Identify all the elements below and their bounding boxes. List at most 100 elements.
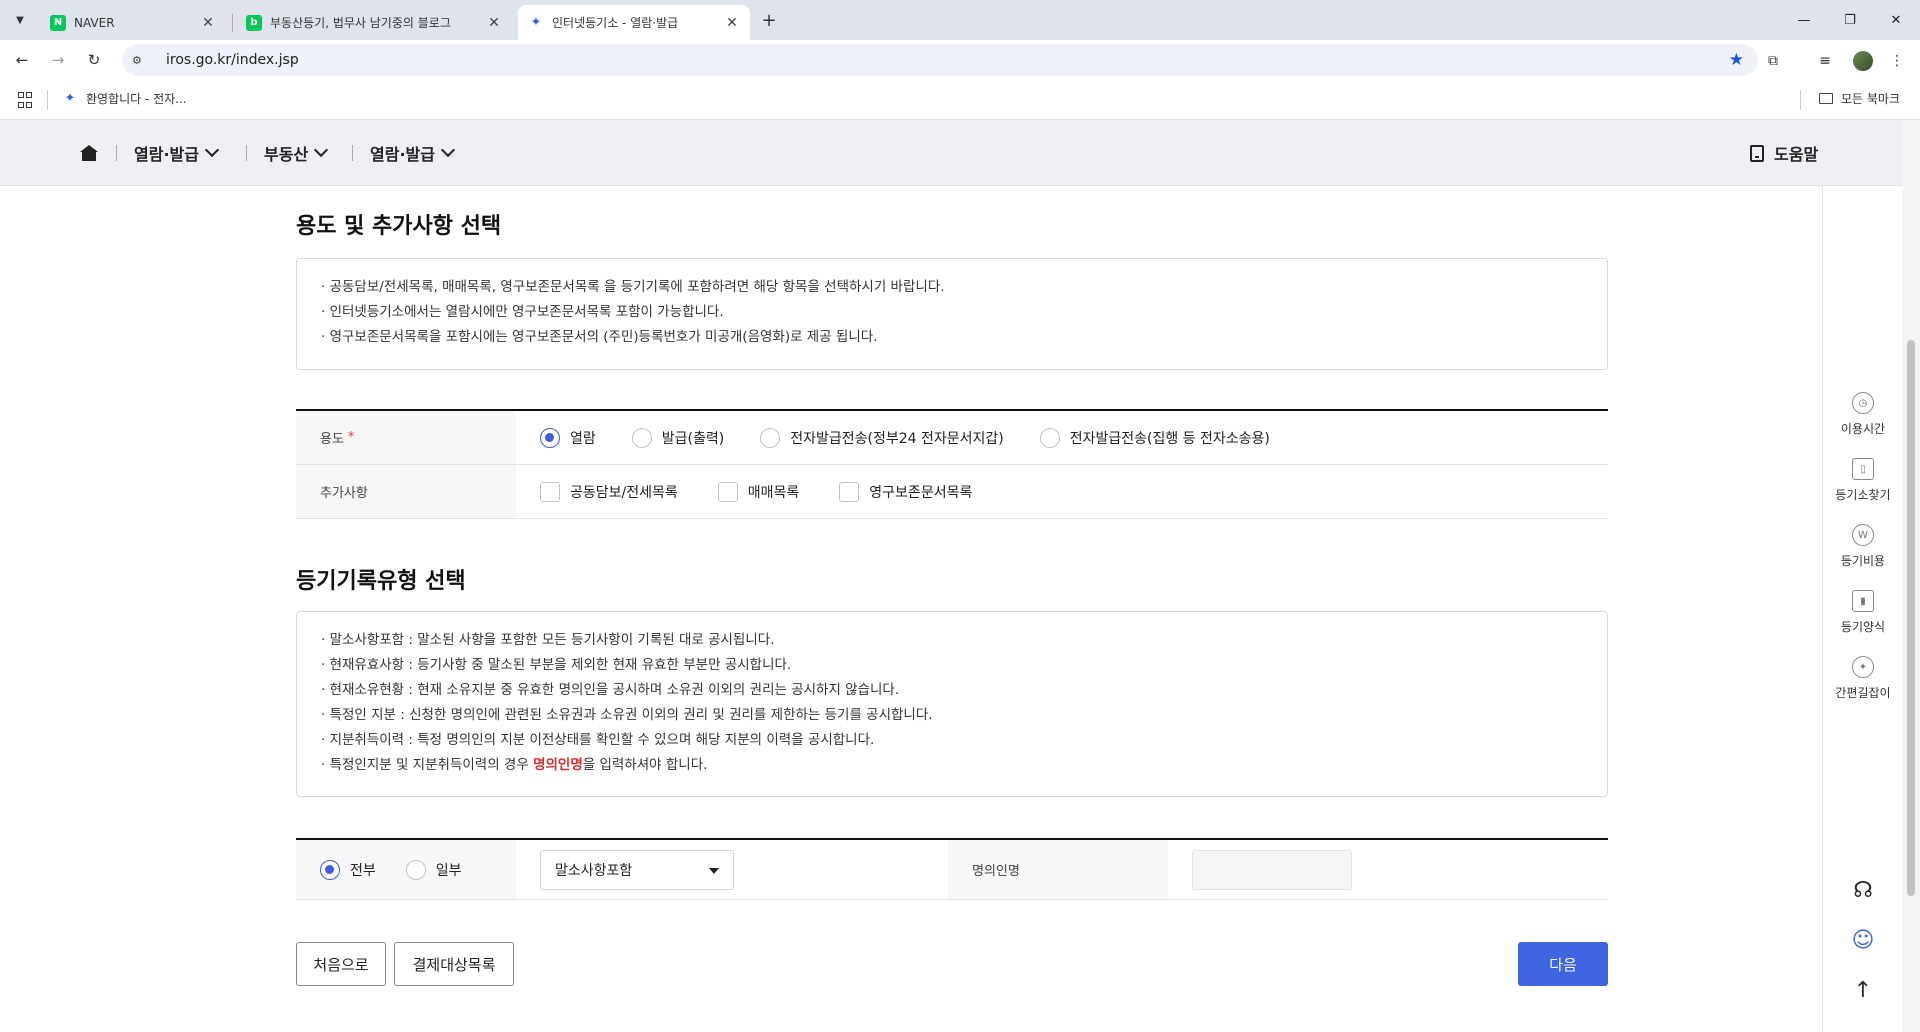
- extensions-icon[interactable]: ⧉: [1762, 50, 1784, 72]
- purpose-label-text: 용도: [320, 432, 344, 447]
- checkbox[interactable]: [839, 481, 860, 502]
- payment-list-button[interactable]: 결제대상목록: [394, 942, 514, 986]
- tab-search-icon[interactable]: ▼: [8, 8, 32, 32]
- home-icon[interactable]: [80, 145, 98, 161]
- rail-label: 등기비용: [1840, 554, 1886, 568]
- nav-menu-view-issue-2[interactable]: 열람·발급: [370, 141, 456, 165]
- media-icon[interactable]: ≡: [1814, 50, 1836, 72]
- record-type-select-cell: 말소사항포함: [516, 840, 948, 899]
- purpose-form-table: 용도 * 열람 발급(출력) 전자발급전송(정부24 전자문서지갑) 전자발급전…: [296, 409, 1608, 519]
- info-line: · 인터넷등기소에서는 열람시에만 영구보존문서목록 포함이 가능합니다.: [321, 304, 724, 320]
- rail-item-forms[interactable]: ▮ 등기양식: [1823, 590, 1902, 635]
- nav-menu-real-estate[interactable]: 부동산: [264, 141, 329, 165]
- window-close-icon[interactable]: ✕: [1882, 6, 1910, 34]
- extra-label: 추가사항: [296, 465, 516, 518]
- chatbot-icon[interactable]: ☺: [1823, 928, 1902, 953]
- home-button[interactable]: 처음으로: [296, 942, 386, 986]
- all-bookmarks[interactable]: 모든 북마크: [1818, 90, 1900, 107]
- section-title-purpose: 용도 및 추가사항 선택: [296, 214, 502, 239]
- rail-item-guide[interactable]: ✦ 간편길잡이: [1823, 656, 1902, 701]
- radio-dot[interactable]: [320, 859, 340, 880]
- rail-item-office-finder[interactable]: ▯ 등기소찾기: [1823, 458, 1902, 503]
- checkbox[interactable]: [540, 481, 560, 502]
- warning-text: · 특정인지분 및 지분취득이력의 경우: [321, 757, 534, 773]
- tab-iros[interactable]: ✦ 인터넷등기소 - 열람·발급 ✕: [518, 5, 750, 40]
- bookmarks-bar: ✦ 환영합니다 - 전자... 모든 북마크: [0, 80, 1920, 120]
- site-info-icon[interactable]: ⚙: [132, 54, 152, 67]
- scope-radio-partial[interactable]: 일부: [405, 859, 462, 880]
- browser-toolbar: ← → ↻ ⚙ iros.go.kr/index.jsp ★ ⧉ ≡ ⋮: [0, 40, 1920, 80]
- apps-grid-icon[interactable]: [18, 92, 34, 108]
- folder-icon: [1818, 93, 1833, 104]
- form-icon: ▮: [1852, 590, 1874, 612]
- rail-item-hours[interactable]: ◷ 이용시간: [1823, 392, 1902, 437]
- checkbox[interactable]: [717, 481, 738, 502]
- checkbox-label: 공동담보/전세목록: [570, 484, 678, 501]
- radio-dot[interactable]: [1039, 427, 1060, 448]
- chevron-down-icon: [204, 142, 220, 158]
- tab-blog[interactable]: b 부동산등기, 법무사 남기중의 블로그 ✕: [236, 5, 512, 40]
- chevron-down-icon: [440, 142, 456, 158]
- naver-favicon-icon: N: [50, 14, 66, 31]
- purpose-radio-view[interactable]: 열람: [540, 427, 596, 448]
- caret-down-icon: [709, 867, 719, 874]
- rail-label: 간편길잡이: [1835, 686, 1891, 700]
- rail-item-fees[interactable]: W 등기비용: [1823, 524, 1902, 569]
- purpose-options: 열람 발급(출력) 전자발급전송(정부24 전자문서지갑) 전자발급전송(집행 …: [516, 411, 1608, 464]
- close-icon[interactable]: ✕: [200, 15, 216, 31]
- extra-check-sale-list[interactable]: 매매목록: [717, 481, 800, 502]
- record-type-select[interactable]: 말소사항포함: [540, 849, 734, 890]
- next-button[interactable]: 다음: [1518, 942, 1608, 986]
- holder-name-input[interactable]: [1192, 849, 1352, 890]
- extra-row: 추가사항 공동담보/전세목록 매매목록 영구보존문서목록: [296, 465, 1608, 519]
- back-icon[interactable]: ←: [8, 48, 36, 72]
- tab-naver[interactable]: N NAVER ✕: [40, 5, 226, 40]
- reload-icon[interactable]: ↻: [80, 48, 108, 72]
- tab-divider: [232, 14, 233, 32]
- headset-icon[interactable]: ☊: [1823, 878, 1902, 903]
- bookmark-label: 환영합니다 - 전자...: [86, 92, 187, 106]
- radio-dot[interactable]: [760, 427, 781, 448]
- checkbox-label: 매매목록: [747, 484, 800, 501]
- forward-icon[interactable]: →: [44, 48, 72, 72]
- help-button[interactable]: 도움말: [1750, 141, 1818, 165]
- holder-name-highlight: 명의인명: [533, 757, 583, 773]
- blog-favicon-icon: b: [246, 14, 262, 31]
- purpose-radio-gov24[interactable]: 전자발급전송(정부24 전자문서지갑): [760, 427, 1004, 448]
- nav-divider: [246, 145, 247, 161]
- close-icon[interactable]: ✕: [486, 15, 502, 31]
- checkbox-label: 영구보존문서목록: [869, 484, 973, 501]
- scroll-top-icon[interactable]: ↑: [1823, 978, 1902, 1003]
- clock-icon: ◷: [1852, 392, 1874, 414]
- radio-dot[interactable]: [405, 859, 426, 880]
- new-tab-icon[interactable]: +: [757, 8, 781, 32]
- bookmark-favicon-icon: ✦: [64, 90, 76, 106]
- radio-label: 열람: [570, 430, 596, 447]
- restore-icon[interactable]: ❐: [1836, 6, 1864, 34]
- radio-dot[interactable]: [540, 427, 560, 448]
- address-bar[interactable]: ⚙ iros.go.kr/index.jsp ★: [122, 44, 1758, 76]
- radio-label: 일부: [435, 862, 462, 879]
- page-scrollbar[interactable]: [1902, 120, 1920, 1032]
- extra-check-joint-collateral[interactable]: 공동담보/전세목록: [540, 481, 678, 502]
- bookmark-item[interactable]: ✦ 환영합니다 - 전자...: [62, 90, 187, 107]
- profile-avatar[interactable]: [1852, 50, 1874, 72]
- close-icon[interactable]: ✕: [724, 15, 740, 31]
- bookmark-divider: [1800, 90, 1801, 110]
- extra-check-permanent-docs[interactable]: 영구보존문서목록: [839, 481, 973, 502]
- purpose-info-box: · 공동담보/전세목록, 매매목록, 영구보존문서목록 을 등기기록에 포함하려…: [296, 258, 1608, 370]
- right-quick-menu: ◷ 이용시간 ▯ 등기소찾기 W 등기비용 ▮ 등기양식 ✦ 간편길잡이 ☊ ☺…: [1822, 186, 1902, 1032]
- radio-dot[interactable]: [631, 427, 652, 448]
- menu-kebab-icon[interactable]: ⋮: [1886, 50, 1908, 72]
- chevron-down-icon: [314, 142, 329, 158]
- scrollbar-thumb[interactable]: [1907, 340, 1915, 896]
- info-line: · 현재소유현황 : 현재 소유지분 중 유효한 명의인을 공시하며 소유권 이…: [321, 682, 900, 698]
- nav-menu-view-issue[interactable]: 열람·발급: [134, 141, 220, 165]
- minimize-icon[interactable]: —: [1790, 6, 1818, 34]
- purpose-radio-ecourt[interactable]: 전자발급전송(집행 등 전자소송용): [1039, 427, 1270, 448]
- scope-radio-all[interactable]: 전부: [320, 859, 376, 880]
- nav-menu-label: 열람·발급: [134, 145, 199, 164]
- nav-divider: [352, 145, 353, 161]
- purpose-radio-print[interactable]: 발급(출력): [631, 427, 724, 448]
- bookmark-star-icon[interactable]: ★: [1729, 50, 1744, 70]
